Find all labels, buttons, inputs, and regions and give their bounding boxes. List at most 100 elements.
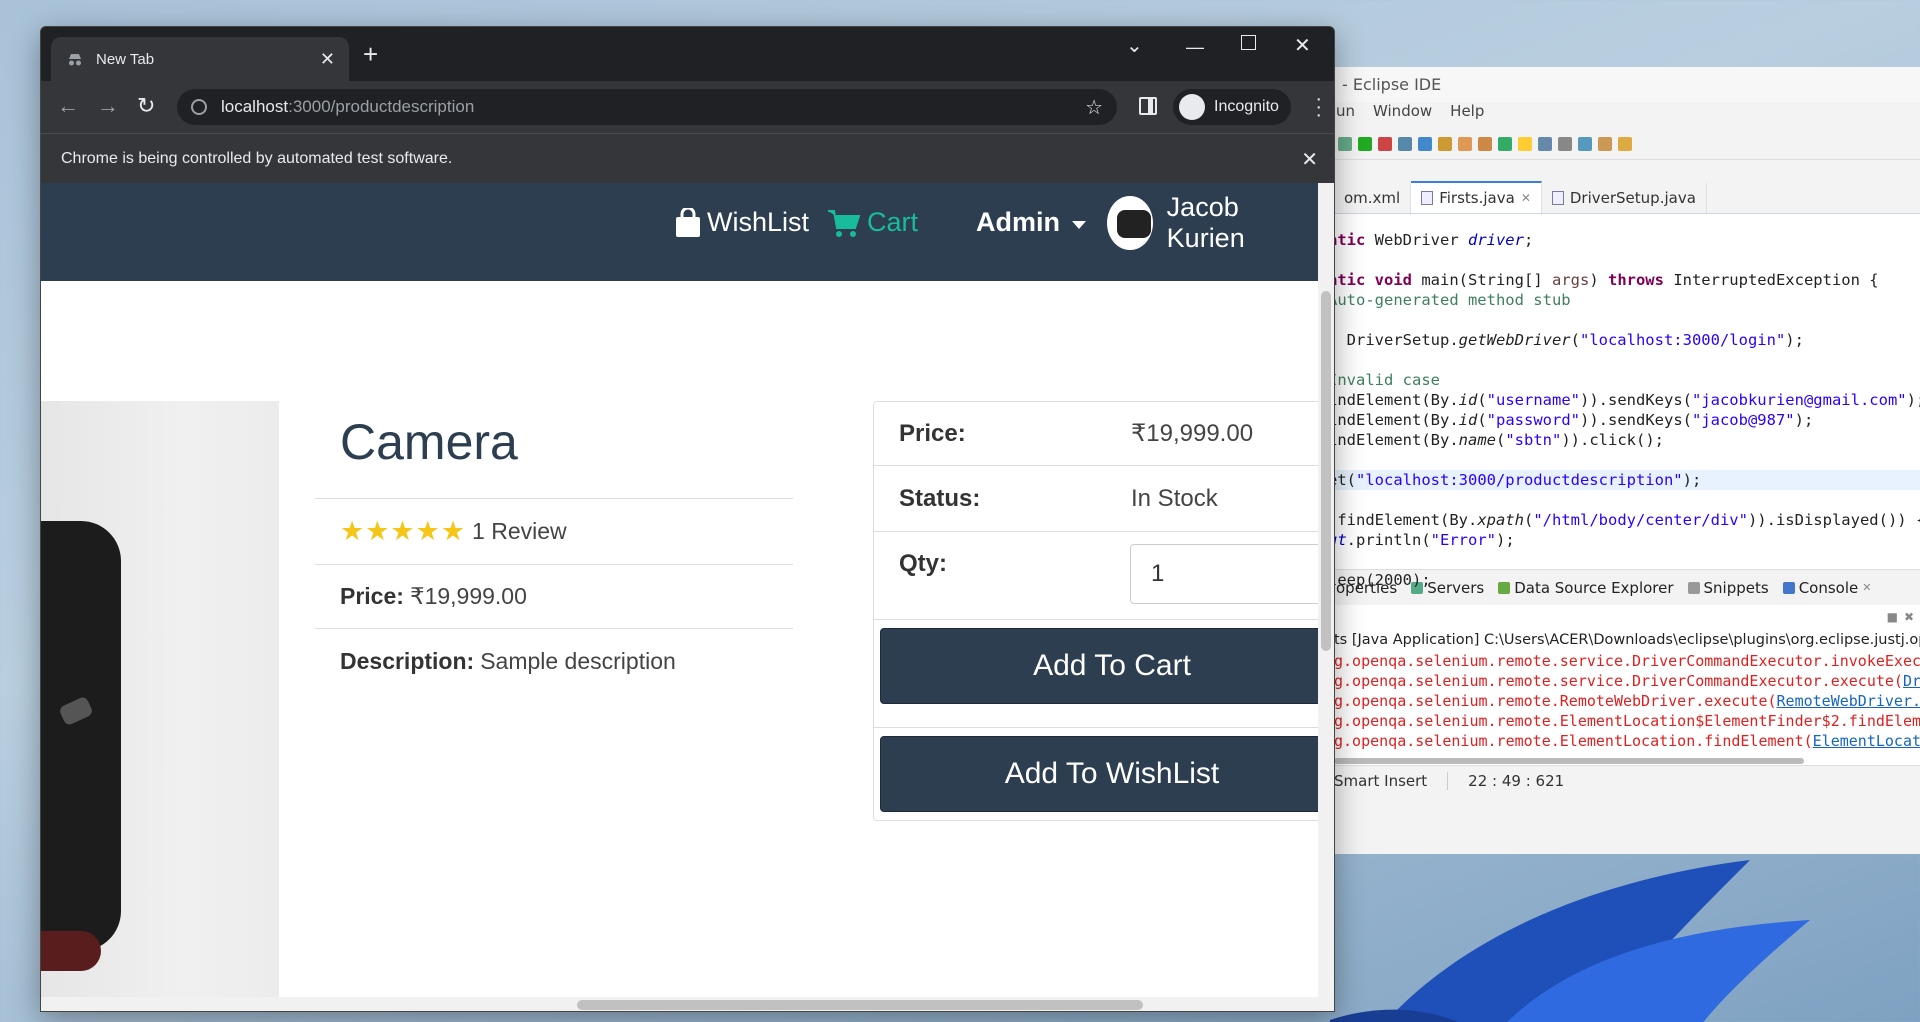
add-to-wishlist-wrap: Add To WishList: [874, 736, 1334, 836]
bookmark-star-icon[interactable]: ☆: [1085, 95, 1103, 120]
browser-tab[interactable]: New Tab ✕: [51, 37, 349, 81]
forward-icon[interactable]: →: [97, 93, 119, 119]
price-value: ₹19,999.00: [409, 583, 527, 609]
add-to-cart-button[interactable]: Add To Cart: [880, 628, 1334, 704]
previous-annotation-icon[interactable]: [1598, 136, 1612, 151]
tab-firsts-java[interactable]: Firsts.java ✕: [1411, 181, 1542, 213]
eclipse-title: - Eclipse IDE: [1334, 67, 1920, 102]
next-annotation-icon[interactable]: [1578, 136, 1592, 151]
menu-help[interactable]: Help: [1450, 102, 1484, 128]
horizontal-scrollbar[interactable]: [41, 997, 1318, 1011]
tab-title: New Tab: [96, 50, 155, 68]
purchase-price-row: Price: ₹19,999.00: [874, 402, 1334, 466]
open-resource-icon[interactable]: [1458, 136, 1472, 151]
code-line: DriverSetup.getWebDriver("localhost:3000…: [1334, 331, 1804, 349]
wishlist-link[interactable]: WishList: [675, 207, 809, 238]
external-tools-icon[interactable]: [1378, 136, 1392, 151]
reload-icon[interactable]: ↻: [137, 93, 155, 119]
status-bar: Smart Insert 22 : 49 : 621: [1334, 765, 1920, 795]
new-server-icon[interactable]: [1398, 136, 1412, 151]
run-icon[interactable]: [1358, 136, 1372, 151]
show-whitespace-icon[interactable]: [1558, 136, 1572, 151]
minimize-icon[interactable]: —: [1186, 37, 1204, 58]
console-line: g.openqa.selenium.remote.ElementLocation…: [1334, 732, 1920, 750]
code-line: ut.println("Error");: [1334, 531, 1515, 549]
code-line: atic WebDriver driver;: [1334, 231, 1534, 249]
menu-kebab-icon[interactable]: · · ·: [1315, 89, 1322, 125]
new-project-icon[interactable]: [1418, 136, 1432, 151]
url-host: localhost: [221, 97, 289, 116]
qty-input[interactable]: [1130, 544, 1326, 604]
close-infobar-icon[interactable]: ✕: [1301, 147, 1318, 172]
console-toolbar: ■ ✖: [1334, 605, 1920, 629]
console-output: g.openqa.selenium.remote.service.DriverC…: [1334, 651, 1920, 755]
code-line: indElement(By.id("username")).sendKeys("…: [1334, 391, 1920, 409]
tab-label: om.xml: [1344, 189, 1401, 207]
back-icon[interactable]: ←: [57, 93, 79, 119]
mark-occurrences-icon[interactable]: [1518, 136, 1532, 151]
browser-toolbar: ← → ↻ localhost:3000/productdescription …: [41, 81, 1334, 133]
add-to-cart-wrap: Add To Cart: [874, 628, 1334, 728]
java-file-icon: [1551, 191, 1564, 205]
code-line: leep(2000);: [1334, 571, 1431, 589]
stacktrace-link[interactable]: Dr: [1903, 672, 1920, 690]
description-row: Description: Sample description: [315, 629, 793, 693]
site-info-icon[interactable]: [191, 99, 207, 115]
maximize-icon[interactable]: [1241, 35, 1256, 50]
debug-icon[interactable]: [1338, 136, 1352, 151]
java-file-icon: [1421, 191, 1434, 205]
scrollbar-thumb[interactable]: [577, 1000, 1143, 1010]
incognito-icon: [69, 54, 81, 66]
code-editor[interactable]: atic WebDriver driver; atic void main(St…: [1334, 214, 1920, 589]
scrollbar-thumb[interactable]: [1334, 758, 1804, 764]
side-panel-icon[interactable]: [1139, 97, 1157, 115]
cart-label: Cart: [867, 207, 919, 237]
editor-tabs: om.xml Firsts.java ✕ DriverSetup.java: [1334, 178, 1920, 214]
forward-icon[interactable]: [1618, 136, 1632, 151]
profile-button[interactable]: Incognito: [1173, 89, 1291, 125]
avatar: [1107, 196, 1153, 250]
stacktrace-link[interactable]: RemoteWebDriver.: [1777, 692, 1920, 710]
review-count[interactable]: 1 Review: [472, 518, 567, 545]
add-to-wishlist-button[interactable]: Add To WishList: [880, 736, 1334, 812]
chrome-window: New Tab ✕ + ⌄ — ✕ ← → ↻ localhost:3000/p…: [40, 26, 1335, 1012]
new-tab-button[interactable]: +: [363, 41, 378, 67]
tab-search-icon[interactable]: ⌄: [1126, 33, 1143, 58]
rating-row: ★★★★★ 1 Review: [315, 499, 793, 565]
insert-mode: Smart Insert: [1334, 771, 1428, 790]
description-label: Description:: [340, 647, 475, 674]
menu-window[interactable]: Window: [1373, 102, 1432, 128]
user-dropdown[interactable]: Jacob Kurien: [1107, 192, 1334, 254]
terminate-icon[interactable]: ■: [1887, 610, 1898, 624]
block-selection-icon[interactable]: [1538, 136, 1552, 151]
product-image: [41, 401, 279, 1011]
close-window-icon[interactable]: ✕: [1294, 33, 1311, 58]
cart-link[interactable]: Cart: [827, 207, 918, 238]
stacktrace-link[interactable]: ElementLocat: [1813, 732, 1920, 750]
vertical-scrollbar[interactable]: [1318, 183, 1334, 1011]
product-details: Camera ★★★★★ 1 Review Price: ₹19,999.00 …: [315, 401, 793, 693]
toggle-breadcrumb-icon[interactable]: [1498, 136, 1512, 151]
tab-label: DriverSetup.java: [1569, 189, 1696, 207]
remove-launch-icon[interactable]: ✖: [1904, 610, 1914, 624]
close-icon[interactable]: ✕: [1521, 191, 1531, 205]
admin-dropdown[interactable]: Admin: [976, 207, 1086, 238]
tab-pom-xml[interactable]: om.xml: [1334, 183, 1412, 213]
code-line: .findElement(By.xpath("/html/body/center…: [1334, 511, 1920, 529]
cart-icon: [828, 209, 861, 237]
close-tab-icon[interactable]: ✕: [320, 49, 335, 70]
eclipse-toolbar: [1334, 128, 1920, 160]
search-icon[interactable]: [1478, 136, 1492, 151]
eclipse-window: - Eclipse IDE un Window Help om.xml Firs…: [1334, 67, 1920, 854]
scrollbar-thumb[interactable]: [1321, 291, 1331, 651]
purchase-price-value: ₹19,999.00: [1131, 420, 1254, 447]
cursor-position: 22 : 49 : 621: [1447, 771, 1584, 790]
purchase-panel: Price: ₹19,999.00 Status: In Stock Qty: …: [873, 401, 1334, 821]
code-line-current: et("localhost:3000/productdescription");: [1334, 470, 1920, 490]
status-value: In Stock: [1131, 484, 1218, 512]
open-type-icon[interactable]: [1438, 136, 1452, 151]
console-scrollbar[interactable]: [1334, 755, 1920, 765]
tab-driversetup-java[interactable]: DriverSetup.java: [1542, 183, 1707, 213]
address-bar[interactable]: localhost:3000/productdescription ☆: [177, 89, 1117, 125]
menu-run[interactable]: un: [1336, 102, 1355, 128]
